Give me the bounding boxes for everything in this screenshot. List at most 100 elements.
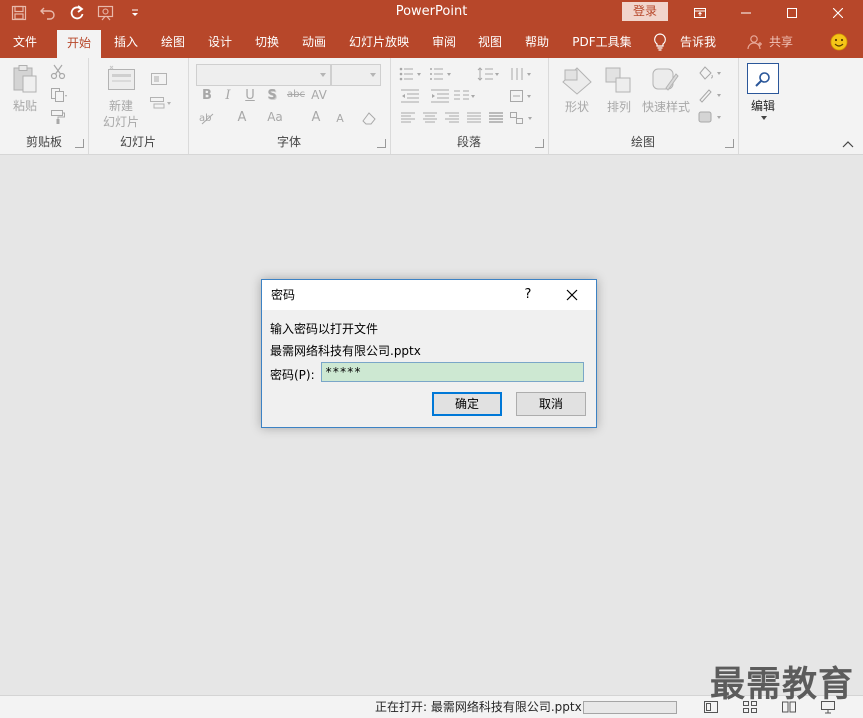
slides-group-label: 幻灯片 [119, 135, 156, 149]
tab-slideshow[interactable]: 幻灯片放映 [340, 26, 418, 58]
strikethrough-button[interactable]: abc [286, 89, 306, 100]
shapes-button-label[interactable]: 形状 [560, 98, 594, 115]
line-spacing-icon[interactable] [476, 66, 502, 82]
section-icon[interactable] [148, 94, 174, 112]
lightbulb-icon[interactable] [650, 32, 670, 52]
font-group: B I U S abc AV ab A Aa A A 字体 [188, 58, 391, 154]
drawing-launcher-icon[interactable] [725, 139, 734, 148]
text-direction-icon[interactable] [508, 66, 534, 82]
tab-help[interactable]: 帮助 [517, 26, 557, 58]
close-icon[interactable] [815, 0, 861, 26]
format-painter-icon[interactable] [48, 108, 68, 126]
ribbon-tabs: 文件 开始 插入 绘图 设计 切换 动画 幻灯片放映 审阅 视图 帮助 PDF工… [0, 26, 863, 58]
quick-styles-button-label[interactable]: 快速样式 [638, 98, 694, 115]
editing-button-label[interactable]: 编辑 [744, 97, 782, 114]
title-bar: PowerPoint 登录 [0, 0, 863, 26]
shapes-icon[interactable] [560, 66, 594, 96]
justify-icon[interactable] [464, 110, 484, 126]
font-color-button[interactable]: A [236, 110, 248, 125]
dialog-help-button[interactable]: ? [520, 280, 536, 310]
tab-home[interactable]: 开始 [57, 30, 101, 58]
tab-insert[interactable]: 插入 [106, 26, 146, 58]
password-dialog: 密码 ? 输入密码以打开文件 最需网络科技有限公司.pptx 密码(P): 确定… [261, 279, 597, 428]
align-center-icon[interactable] [420, 110, 440, 126]
find-magnifier-icon[interactable] [747, 63, 779, 94]
cancel-button[interactable]: 取消 [516, 392, 586, 416]
tell-me-search[interactable]: 告诉我 [676, 26, 720, 58]
paragraph-group-label: 段落 [456, 135, 481, 149]
dialog-title: 密码 [271, 288, 296, 302]
underline-button[interactable]: U [244, 88, 256, 103]
status-text: 正在打开: 最需网络科技有限公司.pptx [375, 700, 582, 714]
paragraph-launcher-icon[interactable] [535, 139, 544, 148]
font-group-label: 字体 [276, 135, 301, 149]
clipboard-launcher-icon[interactable] [75, 139, 84, 148]
new-slide-label-1[interactable]: 新建 [98, 97, 144, 114]
font-launcher-icon[interactable] [377, 139, 386, 148]
columns-icon[interactable] [452, 88, 478, 104]
shrink-font-button[interactable]: A [334, 112, 346, 125]
bold-button[interactable]: B [200, 88, 214, 103]
share-person-icon[interactable] [746, 33, 764, 51]
cut-icon[interactable] [48, 63, 68, 81]
text-shadow-button[interactable]: S [266, 88, 278, 103]
grow-font-button[interactable]: A [310, 110, 322, 125]
tab-design[interactable]: 设计 [200, 26, 240, 58]
shape-outline-icon[interactable] [696, 86, 726, 104]
font-name-combo[interactable] [196, 64, 331, 86]
drawing-group-label: 绘图 [630, 135, 655, 149]
align-text-icon[interactable] [508, 88, 534, 104]
smiley-feedback-icon[interactable] [829, 32, 849, 52]
layout-icon[interactable] [148, 70, 170, 88]
bullets-icon[interactable] [398, 66, 424, 82]
dialog-close-icon[interactable] [564, 287, 580, 303]
new-slide-label-2[interactable]: 幻灯片 [94, 113, 148, 130]
paste-button-label[interactable]: 粘贴 [8, 97, 42, 114]
copy-icon[interactable] [48, 86, 70, 104]
editing-dropdown-icon[interactable] [759, 114, 769, 122]
clipboard-group: 粘贴 剪贴板 [0, 58, 89, 154]
tab-transitions[interactable]: 切换 [246, 26, 288, 58]
paste-icon[interactable] [10, 64, 40, 94]
password-input[interactable] [321, 362, 584, 382]
dialog-title-bar: 密码 ? [262, 280, 596, 310]
tab-draw[interactable]: 绘图 [152, 26, 194, 58]
align-left-icon[interactable] [398, 110, 418, 126]
tab-review[interactable]: 审阅 [424, 26, 464, 58]
decrease-indent-icon[interactable] [398, 88, 424, 104]
char-spacing-button[interactable]: AV [310, 88, 328, 102]
clear-format-icon[interactable]: ab [198, 110, 218, 126]
italic-button[interactable]: I [222, 88, 234, 103]
font-size-combo[interactable] [331, 64, 381, 86]
maximize-icon[interactable] [769, 0, 815, 26]
new-slide-icon[interactable] [106, 64, 140, 94]
share-button[interactable]: 共享 [764, 26, 798, 58]
shape-fill-icon[interactable] [696, 64, 726, 82]
tab-view[interactable]: 视图 [470, 26, 510, 58]
arrange-icon[interactable] [602, 66, 636, 96]
progress-bar [583, 701, 677, 714]
ok-button[interactable]: 确定 [432, 392, 502, 416]
ribbon: 粘贴 剪贴板 新建 幻灯片 幻灯片 B I U S abc AV ab A Aa… [0, 58, 863, 155]
paragraph-group: 段落 [390, 58, 549, 154]
login-button[interactable]: 登录 [622, 2, 668, 21]
ribbon-display-options-icon[interactable] [677, 0, 723, 26]
watermark-logo: 最需教育 [710, 665, 855, 705]
quick-styles-icon[interactable] [648, 66, 682, 96]
minimize-icon[interactable] [723, 0, 769, 26]
distributed-icon[interactable] [486, 110, 506, 126]
tab-pdf-tools[interactable]: PDF工具集 [563, 26, 641, 58]
change-case-button[interactable]: Aa [264, 110, 286, 124]
tab-animations[interactable]: 动画 [294, 26, 334, 58]
smartart-icon[interactable] [508, 110, 536, 126]
password-label: 密码(P): [270, 368, 315, 382]
eraser-icon[interactable] [360, 110, 378, 126]
tab-file[interactable]: 文件 [0, 26, 50, 58]
svg-text:ab: ab [199, 113, 211, 124]
align-right-icon[interactable] [442, 110, 462, 126]
shape-effects-icon[interactable] [696, 108, 726, 126]
increase-indent-icon[interactable] [428, 88, 454, 104]
arrange-button-label[interactable]: 排列 [602, 98, 636, 115]
collapse-ribbon-icon[interactable] [840, 138, 856, 150]
numbering-icon[interactable] [428, 66, 454, 82]
